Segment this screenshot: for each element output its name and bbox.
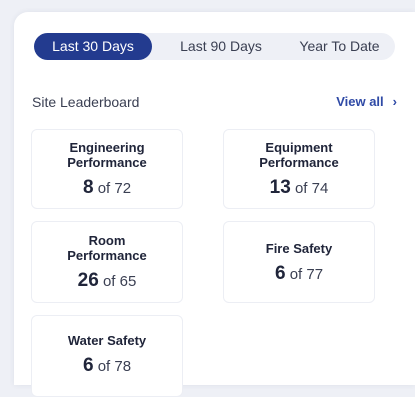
card-title-line2: Performance: [67, 155, 147, 170]
card-score: 8 of 72: [32, 177, 182, 199]
card-total: 72: [114, 180, 132, 197]
card-of-label: of: [97, 358, 111, 375]
card-score: 13 of 74: [224, 177, 374, 199]
card-title-line1: Fire Safety: [265, 241, 333, 256]
card-title: Engineering Performance: [32, 140, 182, 170]
card-title-line1: Water Safety: [67, 333, 147, 348]
card-total: 77: [306, 266, 324, 283]
view-all-link[interactable]: View all ›: [336, 94, 397, 109]
card-title-line1: Engineering: [69, 140, 145, 155]
leaderboard-card-equipment[interactable]: Equipment Performance 13 of 74: [223, 129, 375, 209]
card-total: 65: [119, 273, 137, 290]
card-title-line2: Performance: [259, 155, 339, 170]
chevron-right-icon: ›: [392, 94, 397, 109]
card-rank: 13: [269, 177, 291, 198]
date-range-tabs: Last 30 Days Last 90 Days Year To Date: [34, 33, 395, 60]
card-of-label: of: [102, 273, 116, 290]
tab-last-30-days[interactable]: Last 30 Days: [34, 33, 152, 60]
card-total: 78: [114, 358, 132, 375]
card-title-line1: Room: [88, 233, 126, 248]
card-of-label: of: [97, 180, 111, 197]
card-score: 26 of 65: [32, 270, 182, 292]
card-title: Water Safety: [32, 333, 182, 348]
card-title: Fire Safety: [224, 241, 374, 256]
card-title-line1: Equipment: [265, 140, 333, 155]
card-rank: 8: [82, 177, 94, 198]
card-rank: 6: [274, 263, 286, 284]
leaderboard-card-engineering[interactable]: Engineering Performance 8 of 72: [31, 129, 183, 209]
leaderboard-card-fire-safety[interactable]: Fire Safety 6 of 77: [223, 221, 375, 303]
card-title: Room Performance: [32, 233, 182, 263]
card-of-label: of: [294, 180, 308, 197]
tab-last-90-days[interactable]: Last 90 Days: [162, 33, 280, 60]
view-all-label: View all: [336, 94, 384, 109]
leaderboard-panel: Last 30 Days Last 90 Days Year To Date S…: [14, 12, 415, 397]
card-rank: 26: [77, 270, 99, 291]
tab-year-to-date[interactable]: Year To Date: [284, 33, 395, 60]
card-title: Equipment Performance: [224, 140, 374, 170]
leaderboard-card-room[interactable]: Room Performance 26 of 65: [31, 221, 183, 303]
card-rank: 6: [82, 355, 94, 376]
card-score: 6 of 78: [32, 355, 182, 377]
card-total: 74: [311, 180, 329, 197]
card-title-line2: Performance: [67, 248, 147, 263]
card-score: 6 of 77: [224, 263, 374, 285]
card-of-label: of: [289, 266, 303, 283]
section-title: Site Leaderboard: [32, 94, 140, 110]
